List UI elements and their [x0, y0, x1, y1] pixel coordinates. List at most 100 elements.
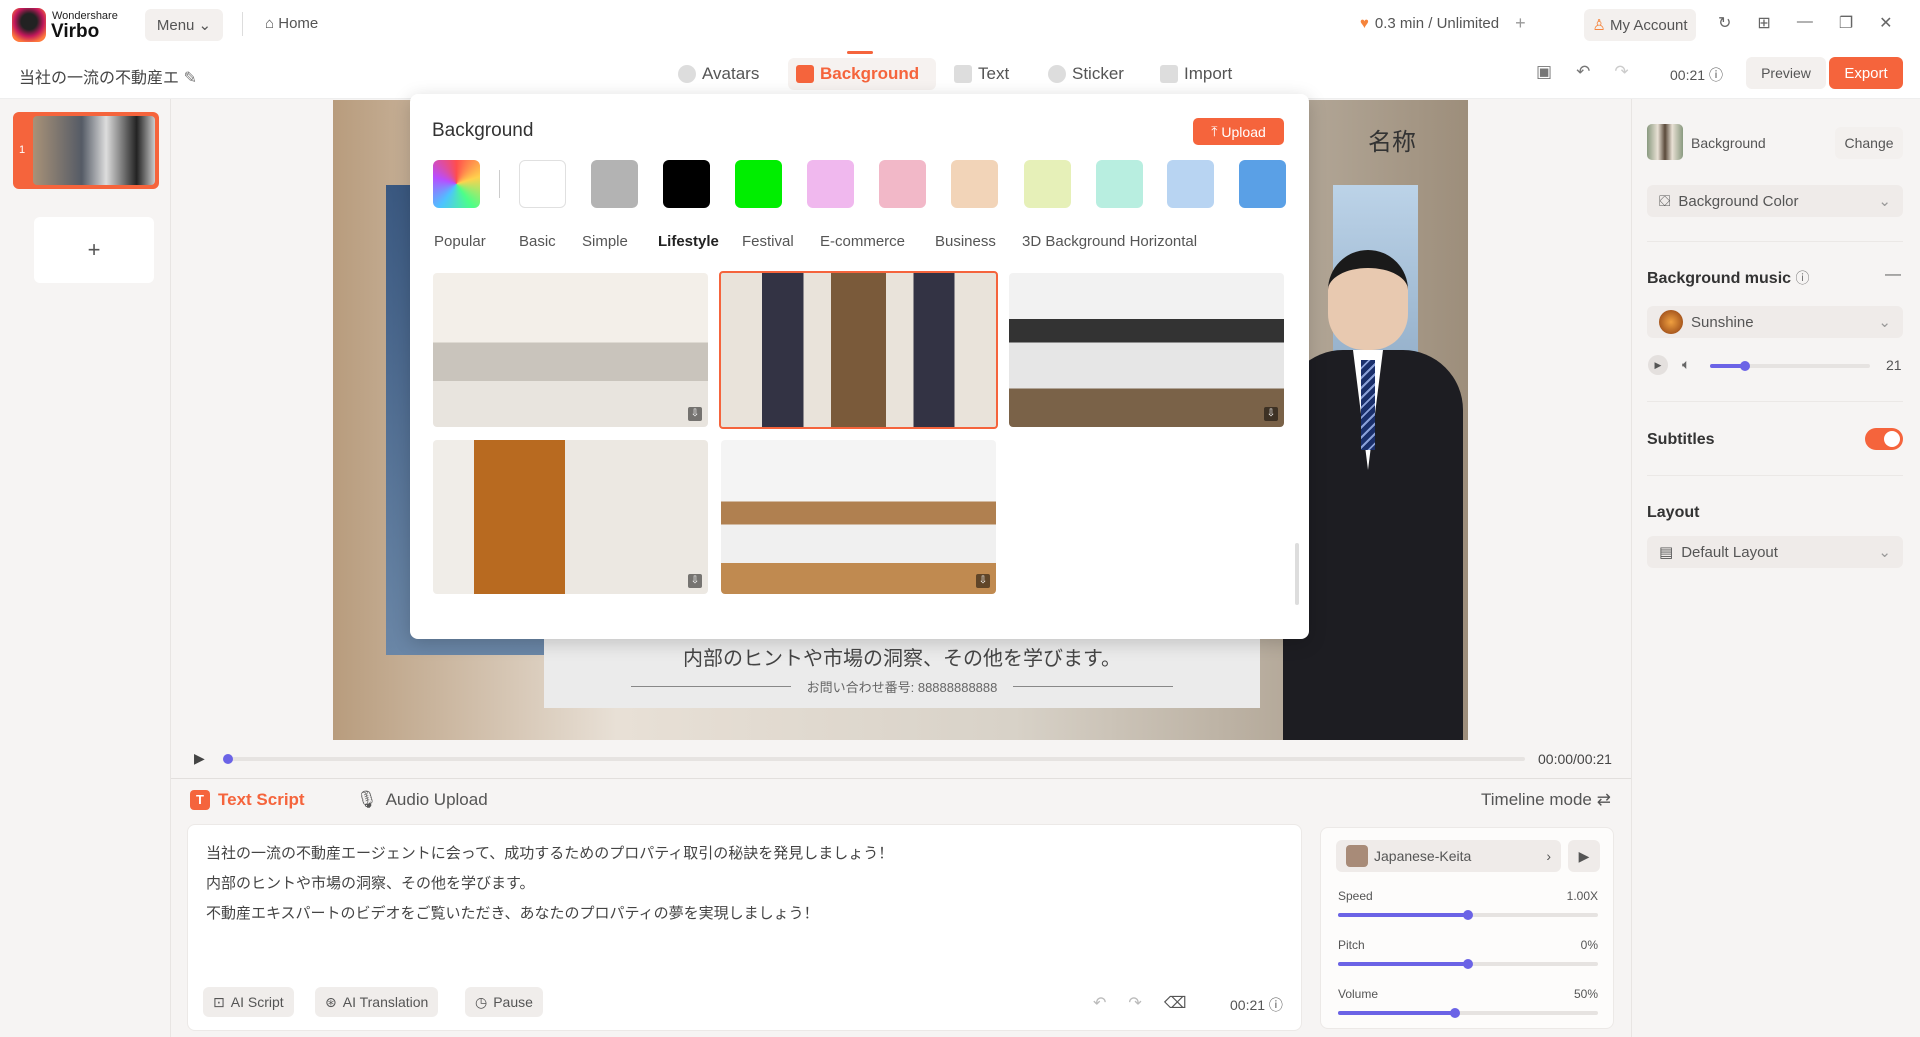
avatar-head [1328, 250, 1408, 350]
color-swatch[interactable] [807, 160, 854, 208]
popup-scrollbar[interactable] [1295, 543, 1299, 605]
color-swatch[interactable] [1239, 160, 1286, 208]
layout-title: Layout [1647, 504, 1700, 521]
subtitles-toggle[interactable] [1865, 428, 1903, 450]
category-tab[interactable]: E-commerce [820, 233, 905, 250]
avatar-tie [1361, 360, 1375, 450]
pause-button[interactable]: ◷ Pause [465, 987, 543, 1017]
apps-grid-icon[interactable]: ⊞ [1757, 13, 1770, 33]
color-swatch[interactable] [951, 160, 998, 208]
download-icon[interactable]: ⇩ [688, 574, 702, 588]
bg-thumb-living-room[interactable]: ⇩ [433, 273, 708, 427]
volume-slider[interactable] [1338, 1008, 1598, 1018]
play-button[interactable]: ▶ [194, 750, 205, 767]
download-icon[interactable]: ⇩ [688, 407, 702, 421]
download-icon[interactable]: ⇩ [1264, 407, 1278, 421]
color-swatch[interactable] [663, 160, 710, 208]
tab-label: Audio Upload [385, 790, 488, 809]
tab-text-script[interactable]: T Text Script [190, 790, 305, 810]
voice-play-button[interactable]: ▶ [1568, 840, 1600, 872]
help-icon[interactable]: ⓘ [1709, 67, 1723, 83]
script-editor[interactable]: 当社の一流の不動産エージェントに会って、成功するためのプロパティ取引の秘訣を発見… [187, 824, 1302, 1031]
bg-thumb-kitchen[interactable]: ⇩ [1009, 273, 1284, 427]
collapse-icon[interactable]: — [1885, 266, 1901, 284]
pitch-slider[interactable] [1338, 959, 1598, 969]
translate-icon: ⊛ [325, 993, 337, 1010]
music-play-button[interactable]: ▶ [1648, 355, 1668, 375]
volume-label: Volume [1338, 987, 1379, 1001]
tab-sticker[interactable]: Sticker [1040, 58, 1132, 90]
timeline-scrubber[interactable] [223, 754, 1525, 764]
maximize-icon[interactable]: ❐ [1839, 13, 1853, 33]
usage-text: 0.3 min / Unlimited [1374, 15, 1500, 32]
add-time-icon[interactable]: + [1515, 13, 1526, 34]
music-volume-slider[interactable] [1710, 361, 1870, 371]
color-swatch[interactable] [879, 160, 926, 208]
support-icon[interactable]: ↻ [1718, 13, 1731, 33]
export-button[interactable]: Export [1829, 57, 1903, 89]
tab-background[interactable]: Background [788, 58, 936, 90]
download-icon[interactable]: ⇩ [976, 574, 990, 588]
color-swatch[interactable] [433, 160, 480, 208]
category-tab[interactable]: Simple [582, 233, 628, 250]
slide-thumbnail-1[interactable]: 1 [13, 112, 159, 189]
redo-icon[interactable]: ↷ [1614, 62, 1628, 82]
undo-icon[interactable]: ↶ [1093, 993, 1106, 1013]
preview-button[interactable]: Preview [1746, 57, 1826, 89]
music-dropdown[interactable]: Sunshine ⌄ [1647, 306, 1903, 338]
usage-indicator: ♥ 0.3 min / Unlimited + [1360, 13, 1526, 34]
tab-audio-upload[interactable]: 🎙 Audio Upload [356, 790, 488, 810]
tab-import[interactable]: Import [1152, 58, 1240, 90]
color-swatch[interactable] [519, 160, 566, 208]
help-icon[interactable]: ⓘ [1795, 270, 1809, 286]
close-icon[interactable]: ✕ [1879, 13, 1892, 33]
background-color-dropdown[interactable]: ⛋ Background Color ⌄ [1647, 185, 1903, 217]
category-tab[interactable]: Festival [742, 233, 794, 250]
menu-label: Menu [156, 16, 195, 34]
script-line: 不動産エキスパートのビデオをご覧いただき、あなたのプロパティの夢を実現しましょう… [206, 905, 819, 922]
undo-icon[interactable]: ↶ [1576, 62, 1590, 82]
add-slide-button[interactable]: + [34, 217, 154, 283]
change-background-button[interactable]: Change [1835, 127, 1903, 159]
category-tab[interactable]: Basic [519, 233, 556, 250]
canvas-name-text[interactable]: 名称 [1368, 122, 1416, 157]
color-swatch[interactable] [591, 160, 638, 208]
bg-thumb-white-room[interactable]: ⇩ [433, 440, 708, 594]
category-tab[interactable]: Lifestyle [658, 233, 719, 250]
home-link[interactable]: ⌂ Home [265, 15, 318, 32]
text-icon [954, 65, 972, 83]
speed-slider[interactable] [1338, 910, 1598, 920]
volume-value: 50% [1573, 987, 1598, 1001]
tab-avatars[interactable]: Avatars [670, 58, 767, 90]
color-swatch[interactable] [1167, 160, 1214, 208]
color-swatch[interactable] [735, 160, 782, 208]
eraser-icon[interactable]: ⌫ [1164, 993, 1187, 1013]
color-swatch[interactable] [1096, 160, 1143, 208]
bg-thumb-modern-kitchen[interactable]: ⇩ [721, 440, 996, 594]
duration-text: 00:21 [1670, 67, 1706, 83]
voice-selector[interactable]: Japanese-Keita › [1336, 840, 1561, 872]
save-icon[interactable]: ▣ [1536, 62, 1552, 82]
redo-icon[interactable]: ↷ [1128, 993, 1141, 1013]
category-tab[interactable]: 3D Background Horizontal [1022, 233, 1197, 250]
category-tab[interactable]: Business [935, 233, 996, 250]
layout-dropdown[interactable]: ▤ Default Layout ⌄ [1647, 536, 1903, 568]
color-swatch[interactable] [1024, 160, 1071, 208]
project-title-text: 当社の一流の不動産エ [19, 70, 180, 87]
edit-icon[interactable]: ✎ [183, 70, 196, 87]
my-account-button[interactable]: ♙ My Account [1584, 9, 1696, 41]
subtitle-card[interactable]: 内部のヒントや市場の洞察、その他を学びます。 お問い合わせ番号: 8888888… [544, 630, 1260, 708]
user-icon: ♙ [1592, 17, 1606, 34]
chevron-down-icon: ⌄ [1878, 314, 1891, 331]
ai-script-button[interactable]: ⊡ AI Script [203, 987, 294, 1017]
menu-button[interactable]: Menu ⌄ [145, 9, 223, 41]
timeline-mode-button[interactable]: Timeline mode ⇄ [1481, 790, 1611, 810]
ai-translation-button[interactable]: ⊛ AI Translation [315, 987, 439, 1017]
tab-text[interactable]: Text [946, 58, 1017, 90]
bg-thumb-farmhouse-selected[interactable] [719, 271, 998, 429]
project-title[interactable]: 当社の一流の不動産エ ✎ [19, 64, 197, 88]
ai-script-label: AI Script [230, 994, 284, 1010]
minimize-icon[interactable]: — [1797, 13, 1813, 33]
category-tab[interactable]: Popular [434, 233, 486, 250]
upload-button[interactable]: ⤒ Upload [1193, 118, 1284, 145]
